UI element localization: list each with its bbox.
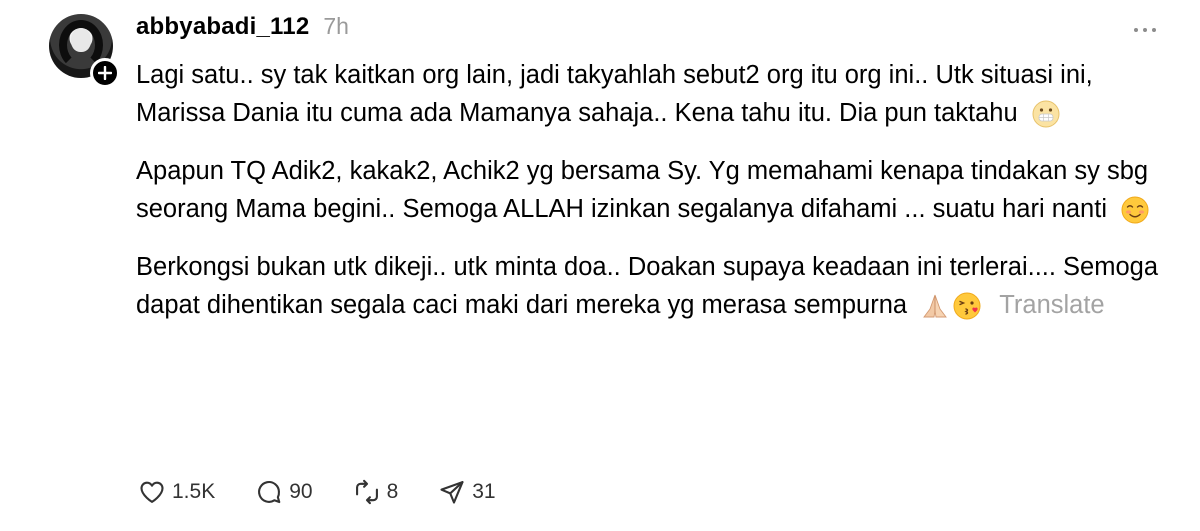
avatar-face (71, 28, 91, 52)
share-count: 31 (472, 480, 496, 503)
paragraph: Berkongsi bukan utk dikeji.. utk minta d… (136, 248, 1166, 324)
reply-button[interactable]: 90 (255, 478, 313, 506)
post-header: abbyabadi_112 7h (136, 13, 349, 41)
kiss-emoji (952, 291, 982, 321)
post-text: Lagi satu.. sy tak kaitkan org lain, jad… (136, 56, 1166, 344)
like-button[interactable]: 1.5K (138, 478, 215, 506)
repost-icon (355, 479, 378, 505)
grimace-mask-emoji (1031, 99, 1061, 129)
paragraph: Apapun TQ Adik2, kakak2, Achik2 yg bersa… (136, 152, 1166, 228)
like-count: 1.5K (172, 480, 216, 503)
share-button[interactable]: 31 (438, 478, 496, 506)
follow-button[interactable] (90, 58, 120, 88)
more-options-button[interactable] (1134, 28, 1156, 32)
dot-icon (1143, 28, 1147, 32)
post-time: 7h (323, 13, 349, 39)
dot-icon (1152, 28, 1156, 32)
plus-icon (98, 66, 112, 80)
send-icon (440, 481, 464, 504)
paragraph: Lagi satu.. sy tak kaitkan org lain, jad… (136, 56, 1166, 132)
translate-link[interactable]: Translate (999, 291, 1104, 319)
paragraph-text: Apapun TQ Adik2, kakak2, Achik2 yg bersa… (136, 157, 1149, 223)
repost-button[interactable]: 8 (353, 478, 399, 506)
heart-icon (140, 481, 164, 503)
post-actions: 1.5K 90 8 31 (138, 478, 536, 506)
reply-count: 90 (289, 480, 313, 503)
folded-hands-emoji (920, 291, 950, 321)
repost-count: 8 (386, 480, 399, 503)
paragraph-text: Lagi satu.. sy tak kaitkan org lain, jad… (136, 61, 1093, 127)
dot-icon (1134, 28, 1138, 32)
username[interactable]: abbyabadi_112 (136, 13, 309, 41)
smiling-blush-emoji (1120, 195, 1150, 225)
comment-icon (258, 480, 281, 504)
